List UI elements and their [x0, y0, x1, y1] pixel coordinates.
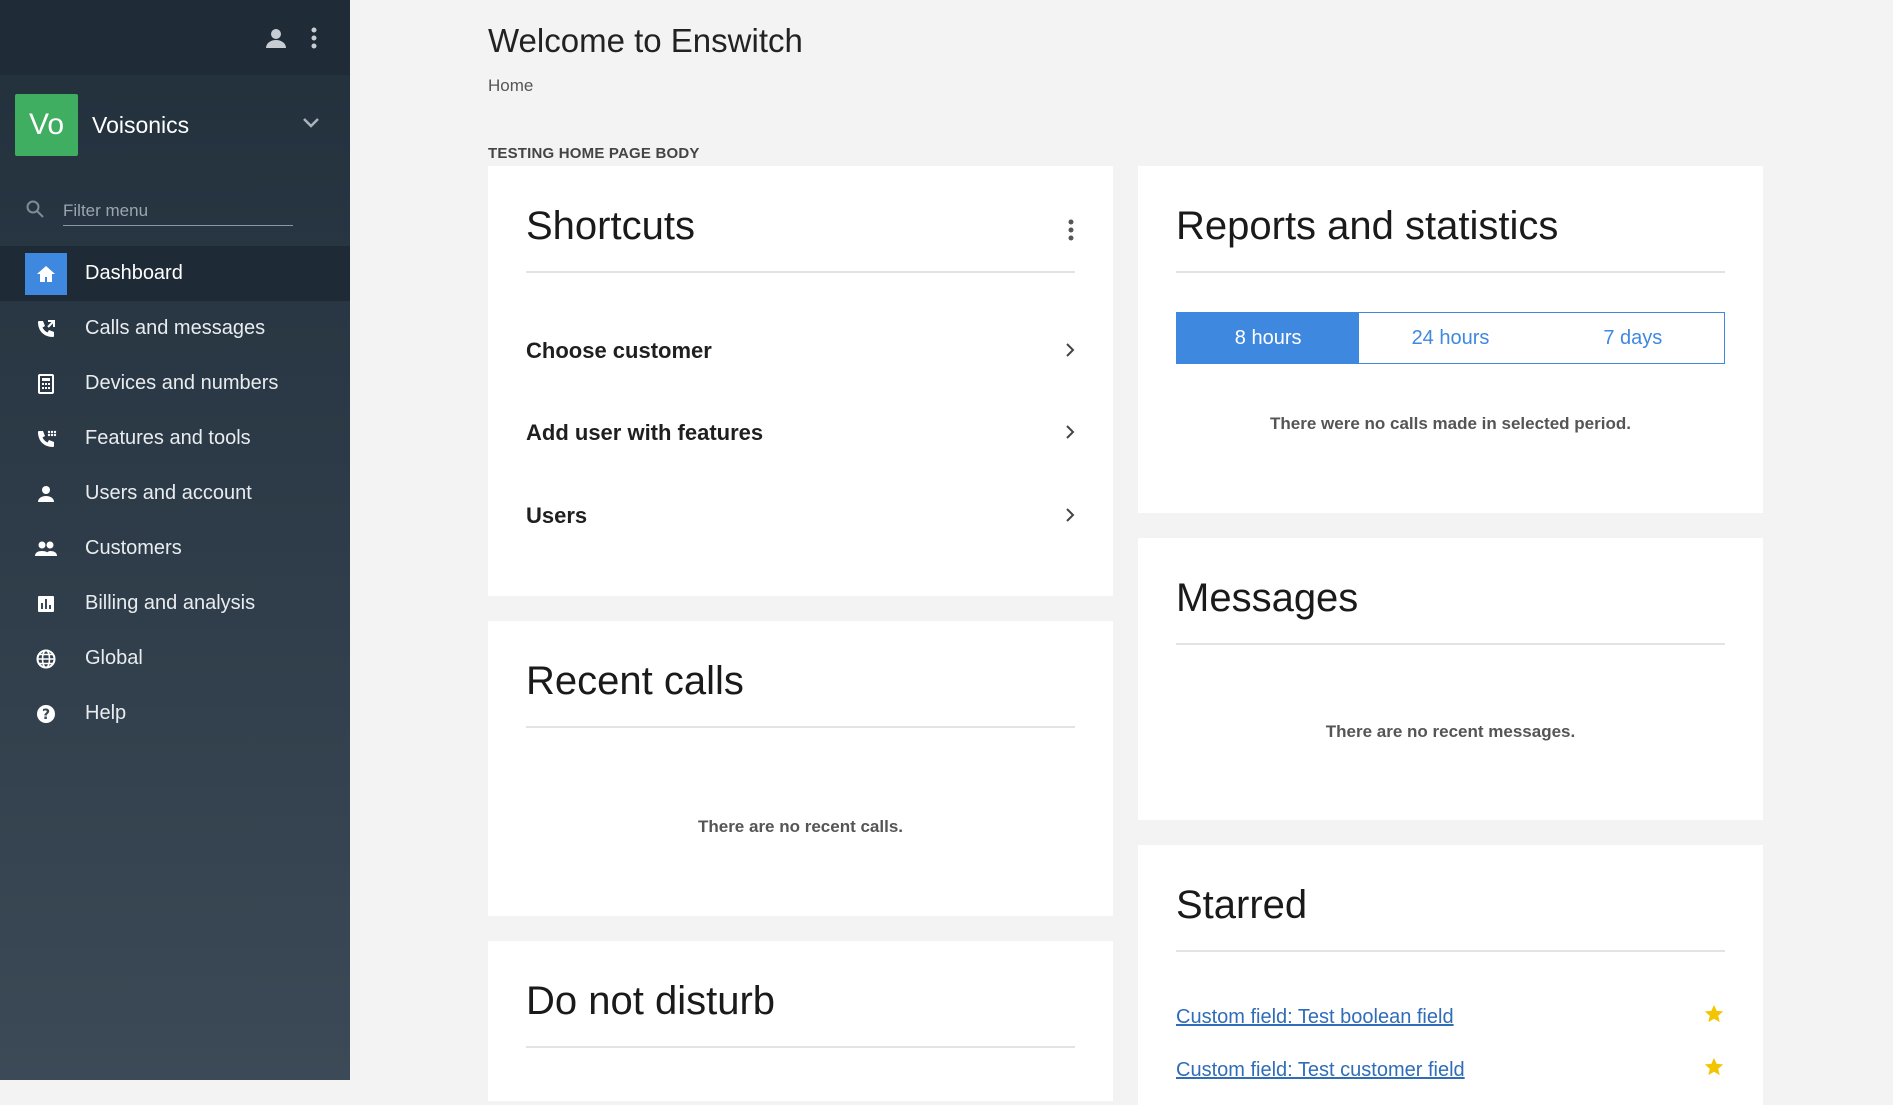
shortcuts-card: Shortcuts Choose customer Add user with …	[488, 166, 1113, 596]
svg-text:?: ?	[42, 707, 50, 723]
reports-card: Reports and statistics 8 hours 24 hours …	[1138, 166, 1763, 513]
starred-card: Starred Custom field: Test boolean field…	[1138, 845, 1763, 1105]
chevron-right-icon	[1065, 338, 1075, 364]
sidebar-item-features-and-tools[interactable]: Features and tools	[0, 411, 350, 466]
shortcut-choose-customer[interactable]: Choose customer	[526, 331, 1075, 371]
sidebar-item-label: Dashboard	[85, 262, 183, 284]
starred-link[interactable]: Custom field: Test customer field	[1176, 1059, 1465, 1082]
starred-link[interactable]: Custom field: Test boolean field	[1176, 1006, 1454, 1029]
sidebar-item-help[interactable]: ? Help	[0, 686, 350, 741]
home-page-body-note: TESTING HOME PAGE BODY	[488, 145, 700, 162]
filter-menu	[25, 195, 300, 227]
do-not-disturb-title: Do not disturb	[526, 979, 1075, 1048]
page-title: Welcome to Enswitch	[488, 22, 803, 59]
sidebar-topbar	[0, 0, 350, 75]
shortcut-label: Choose customer	[526, 338, 712, 363]
sidebar-item-label: Global	[85, 647, 143, 669]
reports-empty-message: There were no calls made in selected per…	[1270, 414, 1631, 433]
search-icon	[25, 199, 45, 224]
home-icon	[25, 252, 67, 295]
star-icon[interactable]	[1703, 1003, 1725, 1031]
sidebar-item-calls-and-messages[interactable]: Calls and messages	[0, 301, 350, 356]
calculator-icon	[25, 363, 67, 405]
help-icon: ?	[25, 693, 67, 735]
main-content: Welcome to Enswitch Home TESTING HOME PA…	[350, 0, 1893, 1105]
messages-card: Messages There are no recent messages.	[1138, 538, 1763, 820]
person-icon	[25, 473, 67, 515]
sidebar-nav: Dashboard Calls and messages Devices and…	[0, 246, 350, 741]
sidebar-item-users-and-account[interactable]: Users and account	[0, 466, 350, 521]
account-switcher[interactable]: Vo Voisonics	[15, 94, 335, 156]
shortcut-label: Add user with features	[526, 420, 764, 445]
sidebar: Vo Voisonics Dashboard Calls and message…	[0, 0, 350, 1080]
breadcrumb[interactable]: Home	[488, 76, 533, 96]
chevron-right-icon	[1065, 420, 1075, 446]
messages-empty-message: There are no recent messages.	[1325, 722, 1576, 741]
filter-menu-input[interactable]	[63, 196, 293, 226]
shortcuts-title: Shortcuts	[526, 204, 1075, 273]
starred-title: Starred	[1176, 883, 1725, 952]
shortcuts-menu-icon[interactable]	[1067, 218, 1075, 247]
account-avatar: Vo	[15, 94, 78, 156]
tab-7-days[interactable]: 7 days	[1542, 313, 1724, 363]
sidebar-item-customers[interactable]: Customers	[0, 521, 350, 576]
shortcut-users[interactable]: Users	[526, 496, 1075, 536]
do-not-disturb-card: Do not disturb	[488, 941, 1113, 1101]
recent-calls-card: Recent calls There are no recent calls.	[488, 621, 1113, 916]
sidebar-item-label: Help	[85, 702, 127, 724]
sidebar-item-dashboard[interactable]: Dashboard	[0, 246, 350, 301]
starred-item: Custom field: Test boolean field	[1176, 1003, 1725, 1031]
phone-forward-icon	[25, 308, 67, 350]
sidebar-item-devices-and-numbers[interactable]: Devices and numbers	[0, 356, 350, 411]
sidebar-item-label: Calls and messages	[85, 317, 266, 339]
reports-title: Reports and statistics	[1176, 204, 1725, 273]
sidebar-item-label: Devices and numbers	[85, 372, 279, 394]
globe-icon	[25, 638, 67, 680]
sidebar-item-label: Customers	[85, 537, 182, 559]
tab-8-hours[interactable]: 8 hours	[1177, 313, 1360, 363]
user-profile-icon[interactable]	[264, 26, 288, 55]
account-name: Voisonics	[92, 111, 190, 138]
tab-24-hours[interactable]: 24 hours	[1359, 313, 1541, 363]
bar-chart-icon	[25, 583, 67, 625]
messages-title: Messages	[1176, 576, 1725, 645]
recent-calls-empty-message: There are no recent calls.	[697, 817, 904, 836]
sidebar-item-label: Billing and analysis	[85, 592, 256, 614]
more-options-icon[interactable]	[310, 26, 318, 55]
chevron-right-icon	[1065, 503, 1075, 529]
reports-period-tabs: 8 hours 24 hours 7 days	[1176, 312, 1725, 364]
shortcut-label: Users	[526, 503, 588, 528]
sidebar-item-label: Features and tools	[85, 427, 251, 449]
people-icon	[25, 528, 67, 570]
sidebar-item-global[interactable]: Global	[0, 631, 350, 686]
shortcut-add-user-with-features[interactable]: Add user with features	[526, 413, 1075, 453]
sidebar-item-billing-and-analysis[interactable]: Billing and analysis	[0, 576, 350, 631]
sidebar-item-label: Users and account	[85, 482, 252, 504]
recent-calls-title: Recent calls	[526, 659, 1075, 728]
phone-dialpad-icon	[25, 418, 67, 460]
chevron-down-icon[interactable]	[302, 116, 320, 134]
